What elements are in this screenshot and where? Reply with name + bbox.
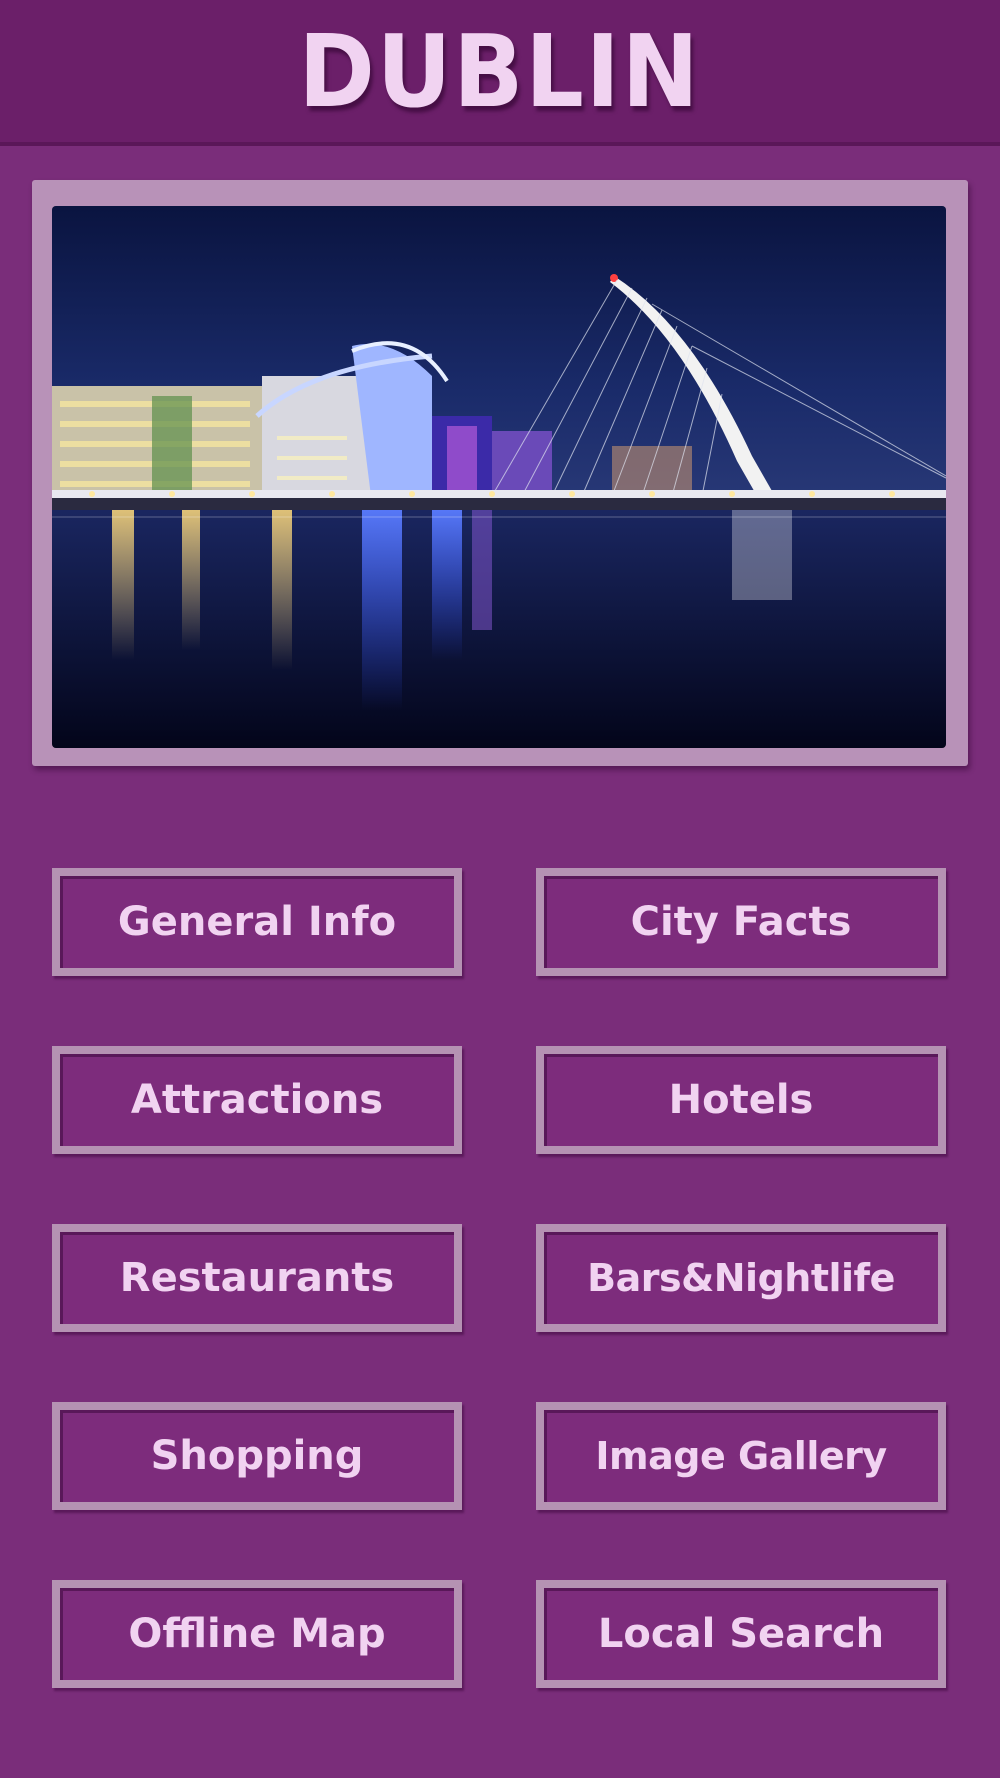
image-gallery-button[interactable]: Image Gallery	[536, 1402, 946, 1510]
bars-nightlife-button[interactable]: Bars&Nightlife	[536, 1224, 946, 1332]
hero-photo	[52, 206, 946, 748]
hero-photo-frame	[32, 180, 968, 766]
restaurants-button[interactable]: Restaurants	[52, 1224, 462, 1332]
hotels-button[interactable]: Hotels	[536, 1046, 946, 1154]
city-facts-button[interactable]: City Facts	[536, 868, 946, 976]
city-photo-icon	[52, 206, 946, 748]
app-header: DUBLIN	[0, 0, 1000, 146]
offline-map-button[interactable]: Offline Map	[52, 1580, 462, 1688]
shopping-button[interactable]: Shopping	[52, 1402, 462, 1510]
page-title: DUBLIN	[298, 12, 702, 130]
general-info-button[interactable]: General Info	[52, 868, 462, 976]
attractions-button[interactable]: Attractions	[52, 1046, 462, 1154]
local-search-button[interactable]: Local Search	[536, 1580, 946, 1688]
